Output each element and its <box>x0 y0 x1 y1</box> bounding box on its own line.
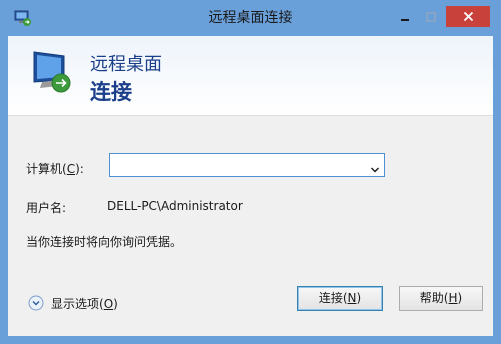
computer-combobox[interactable] <box>109 153 385 177</box>
banner-title-line1: 远程桌面 <box>90 54 162 75</box>
maximize-icon <box>426 11 436 22</box>
title-bar[interactable]: 远程桌面连接 <box>0 0 501 36</box>
chevron-down-circle-icon[interactable] <box>28 295 44 311</box>
username-value: DELL-PC\Administrator <box>107 199 243 213</box>
connect-button[interactable]: 连接(N) <box>297 286 383 311</box>
close-icon <box>463 11 473 22</box>
computer-input[interactable] <box>112 156 366 176</box>
minimize-icon <box>401 18 409 21</box>
chevron-down-icon[interactable] <box>370 160 380 173</box>
maximize-button[interactable] <box>420 6 442 27</box>
dialog-content: 远程桌面 连接 计算机(C): 用户名: DELL-PC\Administrat… <box>8 36 493 336</box>
show-options-label[interactable]: 显示选项(O) <box>51 295 118 312</box>
username-label: 用户名: <box>26 201 67 215</box>
help-button[interactable]: 帮助(H) <box>399 286 483 311</box>
close-button[interactable] <box>446 6 490 27</box>
banner-title-line2: 连接 <box>90 80 132 104</box>
credentials-note: 当你连接时将向你询问凭据。 <box>26 235 183 249</box>
minimize-button[interactable] <box>394 6 416 27</box>
remote-desktop-window: 远程桌面连接 远程桌面 连接 计算机(C): 用户名: DELL-PC\Admi… <box>0 0 501 344</box>
remote-desktop-monitor-icon <box>28 46 78 96</box>
header-banner: 远程桌面 连接 <box>8 36 493 116</box>
computer-label: 计算机(C): <box>26 162 84 176</box>
